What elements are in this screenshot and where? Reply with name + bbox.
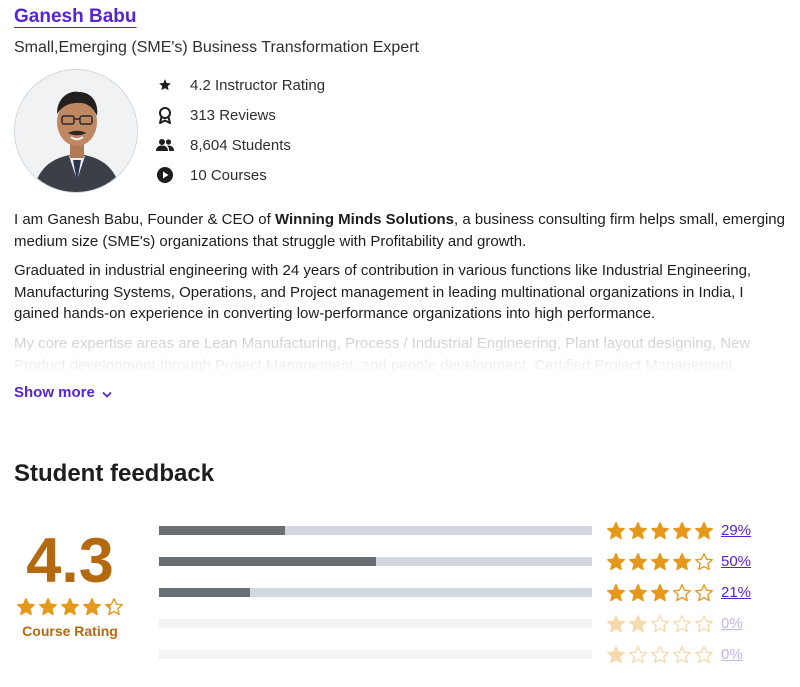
star-icon: [695, 614, 713, 632]
rating-row-5-stars[interactable]: 29%: [159, 515, 751, 546]
star-icon: [673, 583, 691, 601]
rating-row-stars: [606, 614, 716, 634]
instructor-name-link[interactable]: Ganesh Babu: [14, 6, 136, 28]
rating-row-stars: [606, 583, 716, 603]
bio-faded-paragraph: My core expertise areas are Lean Manufac…: [14, 333, 790, 377]
avatar-portrait: [15, 70, 137, 192]
rating-row-stars: [606, 552, 716, 572]
rating-row-2-stars[interactable]: 0%: [159, 608, 751, 639]
stat-label: 8,604 Students: [190, 136, 291, 154]
star-icon: [105, 598, 124, 616]
star-icon: [629, 583, 647, 601]
rating-row-stars: [606, 645, 716, 665]
stat-label: 10 Courses: [190, 166, 267, 184]
rating-percent-link[interactable]: 0%: [721, 646, 743, 663]
star-icon: [651, 521, 669, 539]
stat-reviews: 313 Reviews: [156, 100, 325, 130]
users-icon: [156, 136, 174, 154]
rating-percent-link[interactable]: 29%: [721, 522, 751, 539]
stat-label: 4.2 Instructor Rating: [190, 76, 326, 94]
rating-bar: [159, 588, 592, 597]
star-icon: [607, 552, 625, 570]
bio-text: I am Ganesh Babu, Founder & CEO of: [14, 211, 275, 228]
star-icon: [673, 645, 691, 663]
star-icon: [607, 614, 625, 632]
show-more-label: Show more: [14, 384, 95, 401]
instructor-headline: Small,Emerging (SME's) Business Transfor…: [14, 39, 419, 56]
star-icon: [651, 614, 669, 632]
instructor-bio: I am Ganesh Babu, Founder & CEO of Winni…: [14, 209, 790, 377]
rating-row-1-stars[interactable]: 0%: [159, 639, 751, 670]
star-icon: [17, 598, 35, 616]
stat-students: 8,604 Students: [156, 130, 325, 160]
star-icon: [61, 598, 80, 616]
star-icon: [629, 614, 647, 632]
star-icon: [651, 645, 669, 663]
course-rating-label: Course Rating: [22, 623, 118, 639]
rating-percent-link[interactable]: 50%: [721, 553, 751, 570]
star-icon: [673, 614, 691, 632]
rating-row-4-stars[interactable]: 50%: [159, 546, 751, 577]
stat-instructor-rating: 4.2 Instructor Rating: [156, 70, 325, 100]
rating-row-stars: [606, 521, 716, 541]
chevron-down-icon: [102, 385, 112, 402]
rating-percent-link[interactable]: 21%: [721, 584, 751, 601]
play-icon: [156, 166, 174, 184]
rating-distribution: 29% 50% 21% 0% 0%: [159, 515, 751, 670]
course-rating-summary: 4.3 Course Rating: [14, 527, 126, 639]
course-rating-number: 4.3: [26, 526, 114, 596]
star-icon: [673, 552, 691, 570]
student-feedback-title: Student feedback: [14, 460, 215, 487]
stat-courses: 10 Courses: [156, 160, 325, 190]
rating-bar-fill: [159, 526, 285, 535]
show-more-button[interactable]: Show more: [14, 383, 112, 402]
rating-bar: [159, 526, 592, 535]
rating-bar: [159, 619, 592, 628]
bio-company-name: Winning Minds Solutions: [274, 211, 454, 228]
star-icon: [695, 521, 713, 539]
rating-bar-fill: [159, 588, 250, 597]
star-icon: [607, 583, 625, 601]
star-icon: [156, 76, 174, 94]
star-icon: [673, 521, 691, 539]
star-icon: [651, 583, 669, 601]
award-icon: [156, 106, 174, 124]
star-icon: [651, 552, 669, 570]
star-icon: [695, 583, 713, 601]
star-icon: [629, 645, 647, 663]
star-icon: [607, 645, 625, 663]
bio-paragraph-1: I am Ganesh Babu, Founder & CEO of Winni…: [14, 209, 790, 252]
instructor-avatar[interactable]: [14, 69, 138, 193]
instructor-stats: 4.2 Instructor Rating 313 Reviews 8,604 …: [156, 70, 325, 190]
star-icon: [629, 552, 647, 570]
course-rating-stars: [14, 597, 126, 617]
star-icon: [629, 521, 647, 539]
star-icon: [695, 552, 713, 570]
rating-bar-fill: [159, 557, 376, 566]
rating-bar: [159, 557, 592, 566]
stat-label: 313 Reviews: [190, 106, 276, 124]
star-icon: [39, 598, 57, 616]
bio-paragraph-3: My core expertise areas are Lean Manufac…: [14, 335, 751, 374]
rating-bar: [159, 650, 592, 659]
star-icon: [83, 598, 102, 616]
rating-percent-link[interactable]: 0%: [721, 615, 743, 632]
star-icon: [607, 521, 625, 539]
rating-row-3-stars[interactable]: 21%: [159, 577, 751, 608]
star-icon: [695, 645, 713, 663]
bio-paragraph-2: Graduated in industrial engineering with…: [14, 262, 752, 322]
